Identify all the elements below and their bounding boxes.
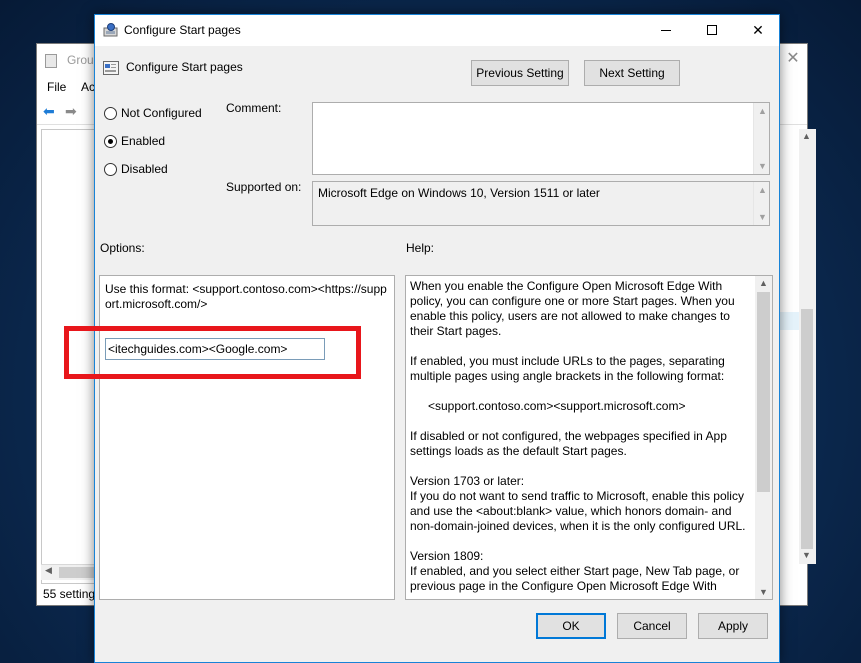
options-format-text: Use this format: <support.contoso.com><h… <box>105 282 387 311</box>
help-label: Help: <box>406 241 435 255</box>
scroll-up-icon[interactable]: ▲ <box>758 185 767 195</box>
menu-file[interactable]: File <box>47 80 66 94</box>
options-label: Options: <box>100 241 145 255</box>
help-pane: When you enable the Configure Open Micro… <box>405 275 773 600</box>
radio-circle[interactable] <box>104 107 117 120</box>
help-paragraph: Version 1809: If enabled, and you select… <box>410 549 740 593</box>
minimize-icon <box>661 30 671 31</box>
help-paragraph: If enabled, you must include URLs to the… <box>410 354 725 383</box>
scroll-up-icon[interactable]: ▲ <box>802 131 811 141</box>
supported-on-label: Supported on: <box>226 180 302 194</box>
supported-on-value: Microsoft Edge on Windows 10, Version 15… <box>318 186 600 200</box>
scroll-up-icon[interactable]: ▲ <box>758 106 767 116</box>
help-paragraph: If disabled or not configured, the webpa… <box>410 429 727 458</box>
help-example: <support.contoso.com><support.microsoft.… <box>428 399 686 413</box>
radio-circle[interactable] <box>104 163 117 176</box>
minimize-button[interactable] <box>643 15 689 45</box>
radio-circle[interactable] <box>104 135 117 148</box>
background-horizontal-scrollbar[interactable]: ◀ <box>41 564 97 580</box>
close-button[interactable]: ✕ <box>735 15 781 45</box>
forward-arrow-icon[interactable]: ➡ <box>65 103 81 119</box>
radio-selected-dot <box>108 139 113 144</box>
help-paragraph: Version 1703 or later: If you do not wan… <box>410 474 746 533</box>
scroll-down-icon[interactable]: ▼ <box>758 161 767 171</box>
group-policy-icon <box>45 54 57 68</box>
ok-button[interactable]: OK <box>536 613 606 639</box>
background-selected-row[interactable] <box>777 312 799 330</box>
menu-action[interactable]: Ac <box>81 80 95 94</box>
scroll-down-icon[interactable]: ▼ <box>759 587 768 597</box>
dialog-title: Configure Start pages <box>124 23 241 37</box>
next-setting-button[interactable]: Next Setting <box>584 60 680 86</box>
maximize-icon <box>707 25 717 35</box>
radio-label: Not Configured <box>121 106 202 120</box>
scroll-up-icon[interactable]: ▲ <box>759 278 768 288</box>
comment-scrollbar[interactable]: ▲ ▼ <box>753 103 769 174</box>
radio-label: Disabled <box>121 162 168 176</box>
previous-setting-button[interactable]: Previous Setting <box>471 60 569 86</box>
scroll-down-icon[interactable]: ▼ <box>802 550 811 560</box>
help-text: When you enable the Configure Open Micro… <box>410 279 756 599</box>
close-icon: ✕ <box>752 22 764 38</box>
supported-scrollbar[interactable]: ▲ ▼ <box>753 182 769 225</box>
comment-label: Comment: <box>226 101 282 115</box>
help-scrollbar[interactable]: ▲ ▼ <box>755 276 772 599</box>
scroll-thumb[interactable] <box>801 309 813 549</box>
scroll-down-icon[interactable]: ▼ <box>758 212 767 222</box>
scroll-left-icon[interactable]: ◀ <box>45 565 52 576</box>
dialog-title-bar: Configure Start pages ✕ <box>95 15 779 46</box>
options-pane: Use this format: <support.contoso.com><h… <box>99 275 395 600</box>
radio-label: Enabled <box>121 134 166 148</box>
setting-header-title: Configure Start pages <box>126 60 243 74</box>
apply-button[interactable]: Apply <box>698 613 768 639</box>
help-paragraph: When you enable the Configure Open Micro… <box>410 279 735 338</box>
annotation-highlight-box <box>64 326 361 379</box>
back-arrow-icon[interactable]: ⬅ <box>43 103 59 119</box>
background-vertical-scrollbar[interactable]: ▲ ▼ <box>799 129 816 564</box>
scroll-thumb[interactable] <box>757 292 770 492</box>
comment-field[interactable]: ▲ ▼ <box>312 102 770 175</box>
scroll-thumb[interactable] <box>59 567 97 578</box>
maximize-button[interactable] <box>689 15 735 45</box>
supported-on-field: Microsoft Edge on Windows 10, Version 15… <box>312 181 770 226</box>
background-status-bar: 55 setting <box>43 587 96 601</box>
background-close-icon[interactable]: ✕ <box>783 50 803 68</box>
policy-setting-icon <box>103 23 118 37</box>
cancel-button[interactable]: Cancel <box>617 613 687 639</box>
setting-header-icon <box>103 61 119 75</box>
